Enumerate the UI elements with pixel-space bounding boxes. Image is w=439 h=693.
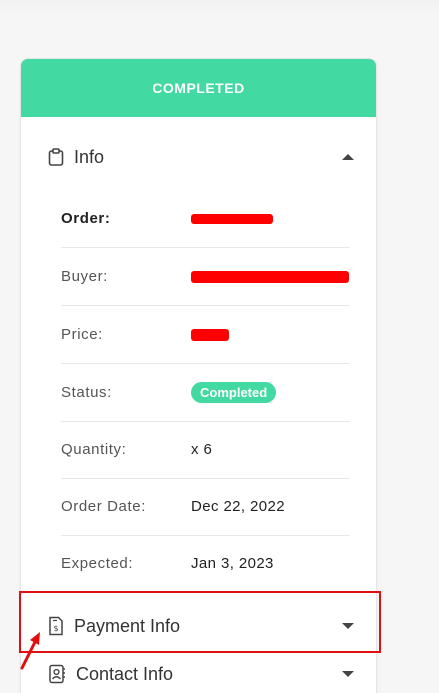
contact-info-section-header[interactable]: Contact Info	[21, 656, 376, 692]
clipboard-icon	[48, 148, 64, 166]
order-date-row: Order Date: Dec 22, 2022	[61, 478, 350, 536]
order-date-value: Dec 22, 2022	[191, 498, 286, 515]
status-badge: Completed	[191, 382, 277, 403]
quantity-label: Quantity:	[61, 441, 127, 458]
quantity-value: x 6	[191, 441, 213, 458]
buyer-value-redacted	[191, 270, 349, 283]
chevron-up-icon	[342, 154, 354, 160]
quantity-row: Quantity: x 6	[61, 421, 350, 479]
info-section-title: Info	[74, 146, 105, 167]
page: COMPLETED Info Order: Buyer: Price: Stat…	[0, 0, 439, 693]
annotation-arrow-icon	[20, 632, 40, 670]
info-section-header[interactable]: Info	[21, 139, 376, 175]
price-value-redacted	[191, 328, 229, 341]
chevron-down-icon	[342, 671, 354, 677]
top-bar	[0, 0, 439, 20]
order-date-label: Order Date:	[61, 498, 146, 515]
contact-info-title: Contact Info	[76, 663, 174, 684]
price-row: Price:	[61, 306, 350, 364]
order-row: Order:	[61, 190, 350, 248]
buyer-row: Buyer:	[61, 248, 350, 306]
price-label: Price:	[61, 326, 103, 343]
expected-label: Expected:	[61, 555, 134, 572]
order-value-redacted	[191, 213, 273, 224]
order-label: Order:	[61, 210, 111, 227]
status-label: Status:	[61, 384, 112, 401]
status-row: Status: Completed	[61, 364, 350, 422]
annotation-highlight-box	[19, 591, 381, 653]
status-header: COMPLETED	[21, 59, 376, 117]
buyer-label: Buyer:	[61, 268, 108, 285]
contact-card-icon	[48, 664, 66, 684]
expected-value: Jan 3, 2023	[191, 555, 274, 572]
expected-row: Expected: Jan 3, 2023	[61, 535, 350, 592]
